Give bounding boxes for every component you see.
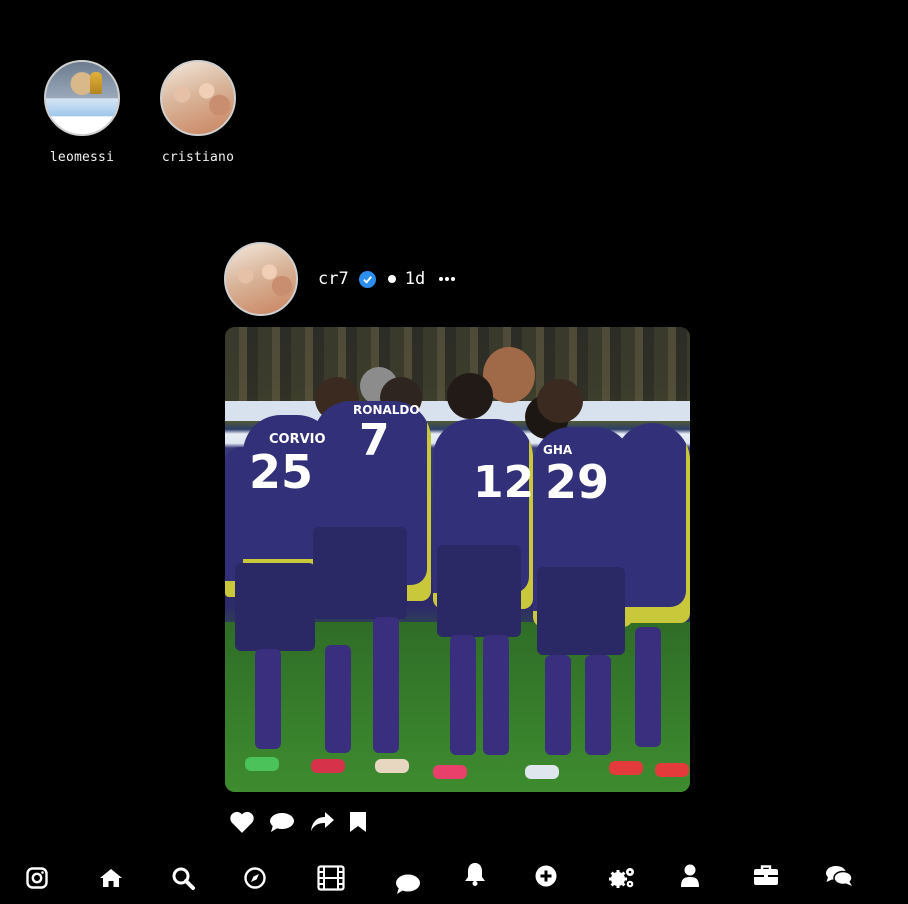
player-boot — [311, 759, 345, 773]
player-boot — [375, 759, 409, 773]
more-options-icon[interactable] — [439, 277, 456, 281]
jersey-number: 25 — [249, 445, 314, 499]
player-leg — [483, 635, 509, 755]
player-leg — [585, 655, 611, 755]
story-username[interactable]: leomessi — [50, 150, 114, 165]
briefcase-icon[interactable] — [746, 855, 786, 895]
player-leg — [635, 627, 661, 747]
post-time: 1d — [404, 269, 426, 289]
story-avatar[interactable] — [44, 60, 120, 136]
player-shorts — [235, 563, 315, 651]
heart-icon[interactable] — [229, 810, 255, 834]
player-leg — [255, 649, 281, 749]
post-avatar[interactable] — [224, 242, 298, 316]
player-boot — [433, 765, 467, 779]
story-username[interactable]: cristiano — [162, 150, 234, 165]
story-cristiano[interactable]: cristiano — [156, 60, 240, 165]
post-actions — [229, 810, 367, 834]
player-boot — [609, 761, 643, 775]
story-avatar[interactable] — [160, 60, 236, 136]
instagram-icon[interactable] — [17, 858, 57, 898]
trophy-icon — [90, 72, 102, 94]
player-shorts — [313, 527, 407, 619]
post-header: cr7 1d — [224, 242, 456, 316]
verified-check-icon — [358, 270, 376, 288]
separator-dot — [387, 275, 396, 283]
bottom-nav — [0, 858, 908, 898]
bookmark-icon[interactable] — [349, 811, 367, 833]
home-icon[interactable] — [91, 858, 131, 898]
stories-row: leomessi cristiano — [40, 60, 240, 165]
reels-icon[interactable] — [311, 858, 351, 898]
post-image[interactable]: CORVIO 25 RONALDO 7 12 GHA 29 — [225, 327, 690, 792]
player-leg — [325, 645, 351, 753]
chat-icon[interactable] — [819, 856, 859, 896]
share-icon[interactable] — [309, 811, 335, 833]
messages-icon[interactable] — [388, 864, 428, 904]
jersey-number: 12 — [473, 457, 535, 508]
comment-icon[interactable] — [269, 811, 295, 833]
player-body — [615, 423, 690, 623]
player-leg — [545, 655, 571, 755]
bell-icon[interactable] — [455, 854, 495, 894]
player-leg — [450, 635, 476, 755]
player-head — [537, 379, 583, 423]
jersey-number: 29 — [545, 455, 610, 509]
compass-icon[interactable] — [235, 858, 275, 898]
player-shorts — [437, 545, 521, 637]
settings-icon[interactable] — [602, 858, 642, 898]
player-boot — [525, 765, 559, 779]
plus-icon[interactable] — [526, 856, 566, 896]
post-username[interactable]: cr7 — [318, 269, 349, 289]
jersey-number: 7 — [359, 415, 390, 466]
player-shorts — [537, 567, 625, 655]
player-head — [447, 373, 493, 419]
player-leg — [373, 617, 399, 753]
user-icon[interactable] — [670, 856, 710, 896]
player-boot — [655, 763, 689, 777]
search-icon[interactable] — [163, 858, 203, 898]
story-leomessi[interactable]: leomessi — [40, 60, 124, 165]
player-boot — [245, 757, 279, 771]
